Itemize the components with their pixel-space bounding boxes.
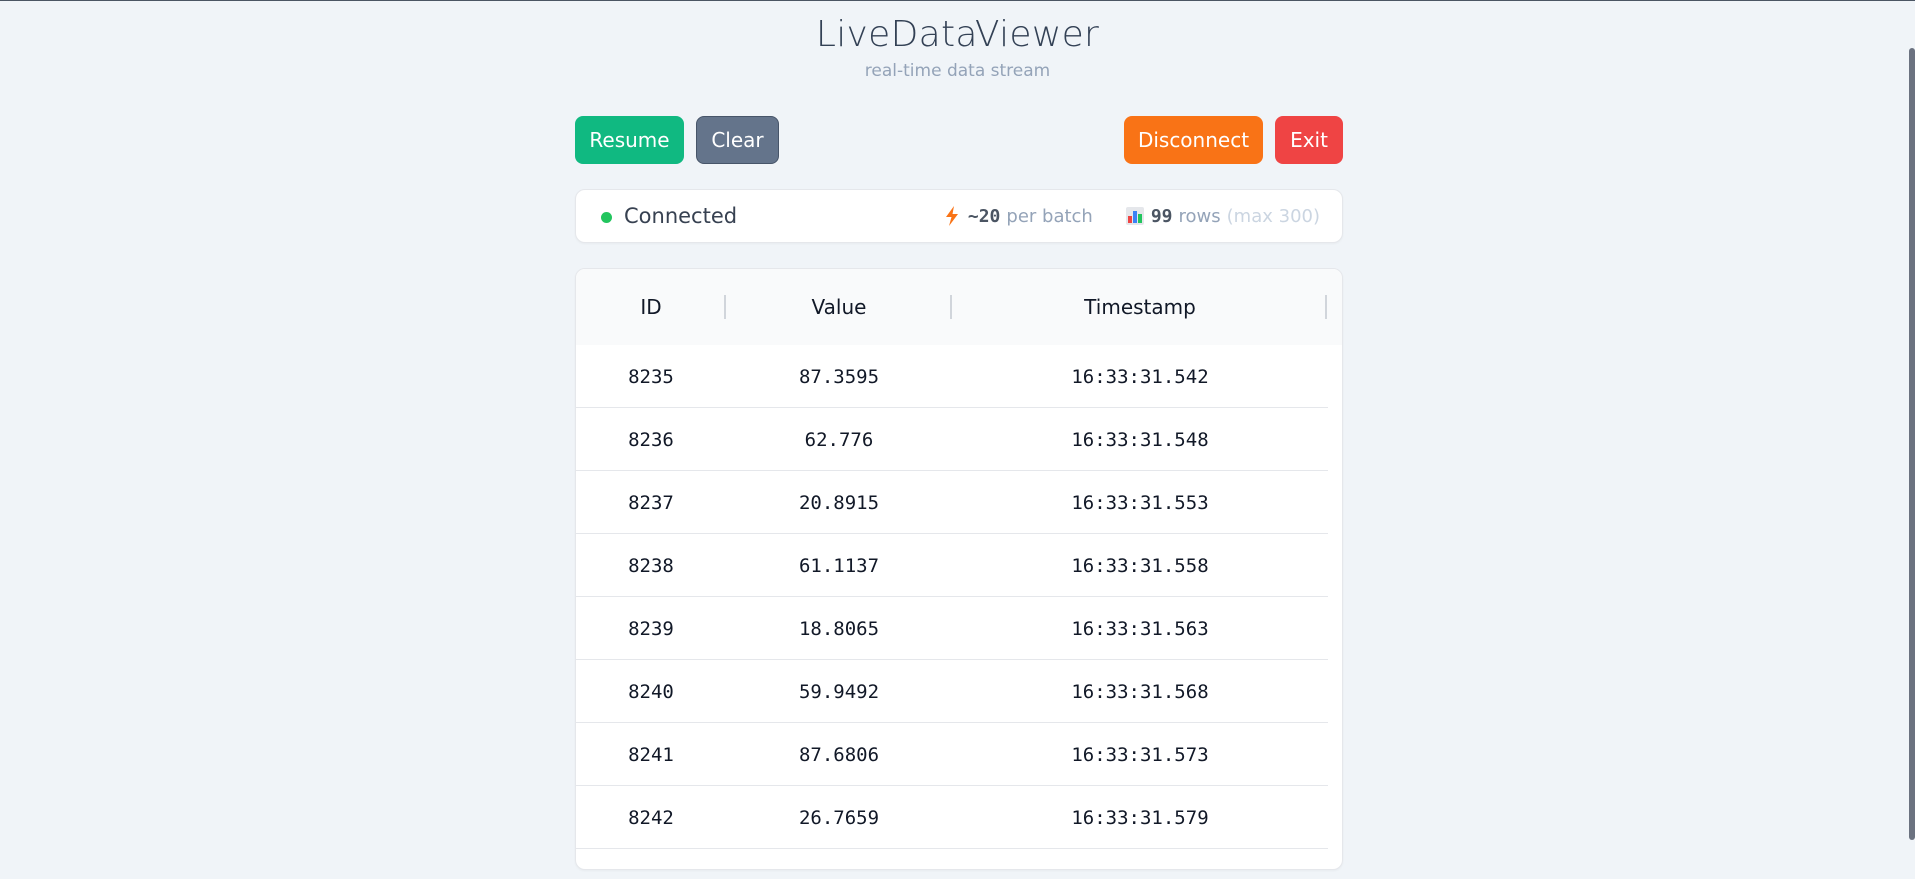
cell-value: 87.6806 bbox=[798, 743, 880, 766]
table-row[interactable]: 8235 87.3595 16:33:31.542 bbox=[576, 345, 1328, 408]
table-body: 8235 87.3595 16:33:31.542 8236 62.776 16… bbox=[576, 345, 1328, 849]
cell-value: 59.9492 bbox=[798, 680, 880, 703]
disconnect-button[interactable]: Disconnect bbox=[1124, 116, 1263, 164]
cell-id: 8241 bbox=[628, 743, 674, 766]
bar-chart-icon bbox=[1125, 205, 1145, 227]
batch-size-label: per batch bbox=[1006, 205, 1093, 227]
app-header: LiveDataViewer real-time data stream bbox=[0, 14, 1915, 81]
cell-timestamp: 16:33:31.542 bbox=[1071, 365, 1209, 388]
stream-stats: ~20 per batch 99 rows (max 300) bbox=[942, 205, 1320, 227]
window-top-border bbox=[0, 0, 1915, 1]
exit-button[interactable]: Exit bbox=[1275, 116, 1343, 164]
page-title: LiveDataViewer bbox=[815, 14, 1100, 55]
lightning-icon bbox=[942, 205, 962, 227]
row-limit-label: (max 300) bbox=[1226, 205, 1320, 227]
page-scrollbar[interactable] bbox=[1909, 48, 1915, 840]
cell-timestamp: 16:33:31.548 bbox=[1071, 428, 1209, 451]
cell-value: 62.776 bbox=[804, 428, 874, 451]
cell-timestamp: 16:33:31.558 bbox=[1071, 554, 1209, 577]
cell-value: 18.8065 bbox=[798, 617, 880, 640]
column-header-value[interactable]: Value bbox=[726, 269, 952, 345]
table-row[interactable]: 8241 87.6806 16:33:31.573 bbox=[576, 723, 1328, 786]
table-row[interactable]: 8238 61.1137 16:33:31.558 bbox=[576, 534, 1328, 597]
app-window: LiveDataViewer real-time data stream Res… bbox=[0, 0, 1915, 879]
column-header-id[interactable]: ID bbox=[576, 269, 726, 345]
cell-id: 8235 bbox=[628, 365, 674, 388]
cell-value: 20.8915 bbox=[798, 491, 880, 514]
status-bar: Connected ~20 per batch 99 rows (max 300… bbox=[575, 189, 1343, 243]
cell-value: 26.7659 bbox=[798, 806, 880, 829]
cell-value: 61.1137 bbox=[798, 554, 880, 577]
cell-value: 87.3595 bbox=[798, 365, 880, 388]
cell-id: 8239 bbox=[628, 617, 674, 640]
batch-size-value: ~20 bbox=[967, 205, 1001, 227]
table-row[interactable]: 8240 59.9492 16:33:31.568 bbox=[576, 660, 1328, 723]
cell-id: 8240 bbox=[628, 680, 674, 703]
cell-timestamp: 16:33:31.579 bbox=[1071, 806, 1209, 829]
table-row[interactable]: 8239 18.8065 16:33:31.563 bbox=[576, 597, 1328, 660]
toolbar: Resume Clear Disconnect Exit bbox=[575, 116, 1343, 164]
data-table: ID Value Timestamp 8235 87.3595 16:33:31… bbox=[575, 268, 1343, 870]
row-count-value: 99 bbox=[1150, 205, 1173, 227]
table-row[interactable]: 8242 26.7659 16:33:31.579 bbox=[576, 786, 1328, 849]
resume-button[interactable]: Resume bbox=[575, 116, 684, 164]
column-header-timestamp[interactable]: Timestamp bbox=[952, 269, 1328, 345]
connection-status: Connected bbox=[624, 204, 738, 228]
table-row[interactable]: 8237 20.8915 16:33:31.553 bbox=[576, 471, 1328, 534]
clear-button[interactable]: Clear bbox=[696, 116, 779, 164]
cell-id: 8238 bbox=[628, 554, 674, 577]
status-dot-icon bbox=[601, 212, 612, 223]
cell-id: 8237 bbox=[628, 491, 674, 514]
table-row[interactable]: 8236 62.776 16:33:31.548 bbox=[576, 408, 1328, 471]
table-header: ID Value Timestamp bbox=[576, 269, 1342, 345]
cell-timestamp: 16:33:31.563 bbox=[1071, 617, 1209, 640]
row-count-label: rows bbox=[1178, 205, 1221, 227]
cell-timestamp: 16:33:31.568 bbox=[1071, 680, 1209, 703]
page-subtitle: real-time data stream bbox=[864, 61, 1051, 81]
column-resize-handle[interactable] bbox=[1325, 295, 1327, 319]
cell-timestamp: 16:33:31.553 bbox=[1071, 491, 1209, 514]
cell-id: 8236 bbox=[628, 428, 674, 451]
cell-timestamp: 16:33:31.573 bbox=[1071, 743, 1209, 766]
cell-id: 8242 bbox=[628, 806, 674, 829]
